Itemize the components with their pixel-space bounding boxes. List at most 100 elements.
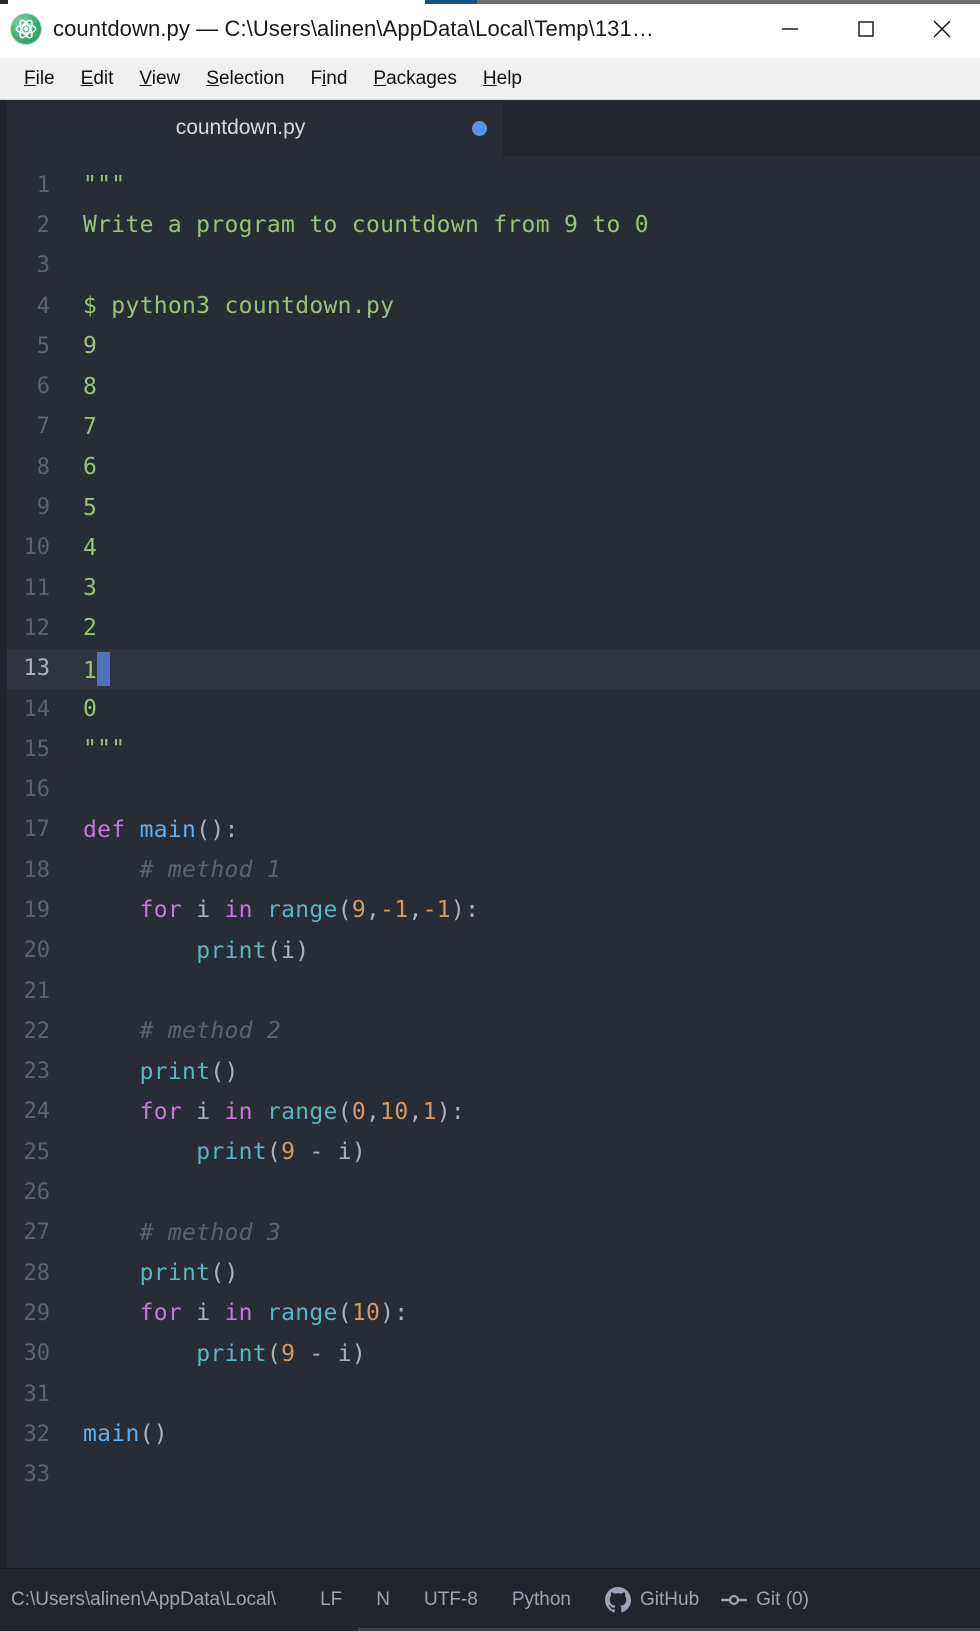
status-github[interactable]: GitHub — [605, 1569, 699, 1631]
code-line-text: for i in range(9,-1,-1): — [62, 897, 479, 923]
line-number: 18 — [23, 857, 51, 883]
code-line[interactable]: 95 — [0, 487, 980, 527]
code-token: - i) — [295, 1139, 366, 1166]
code-line[interactable]: 22 # method 2 — [0, 1011, 980, 1051]
code-token: $ python3 countdown.py — [83, 293, 395, 320]
line-number: 25 — [23, 1139, 51, 1165]
status-line-ending[interactable]: LF — [320, 1569, 342, 1631]
code-line-text: 2 — [62, 615, 97, 641]
code-token: """ — [83, 736, 126, 763]
code-line-text: 6 — [62, 454, 97, 480]
code-line[interactable]: 86 — [0, 447, 980, 487]
code-line[interactable]: 1 """ — [0, 165, 980, 205]
code-token: 3 — [83, 575, 98, 602]
code-line[interactable]: 23 print() — [0, 1052, 980, 1092]
code-line[interactable]: 29 for i in range(10): — [0, 1293, 980, 1333]
atom-editor-window: countdown.py — C:\Users\alinen\AppData\L… — [0, 0, 980, 1631]
menu-item-find[interactable]: Find — [297, 58, 360, 100]
line-number: 28 — [23, 1260, 51, 1286]
code-token: , — [366, 1098, 381, 1125]
code-line[interactable]: 12 2 — [0, 608, 980, 648]
code-line[interactable]: 17 def main(): — [0, 810, 980, 850]
line-number: 6 — [36, 374, 50, 400]
code-token: # method 2 — [83, 1018, 282, 1045]
code-line[interactable]: 33 — [0, 1455, 980, 1495]
code-line[interactable]: 2 Write a program to countdown from 9 to … — [0, 205, 980, 245]
code-line[interactable]: 20 print(i) — [0, 931, 980, 971]
code-line[interactable]: 14 0 — [0, 689, 980, 729]
menu-item-selection[interactable]: Selection — [193, 58, 297, 100]
code-line[interactable]: 18 # method 1 — [0, 850, 980, 890]
code-line-text: 9 — [62, 333, 97, 359]
code-line[interactable]: 28 print() — [0, 1253, 980, 1293]
code-line[interactable]: 10 4 — [0, 528, 980, 568]
menu-item-edit[interactable]: Edit — [68, 58, 127, 100]
code-line[interactable]: 25 print(9 - i) — [0, 1132, 980, 1172]
line-number: 1 — [36, 172, 50, 198]
code-line-text: $ python3 countdown.py — [62, 293, 394, 319]
code-token: # method 3 — [83, 1219, 282, 1246]
code-token: 9 — [351, 897, 367, 924]
code-line[interactable]: 19 for i in range(9,-1,-1): — [0, 890, 980, 930]
menu-item-file[interactable]: File — [11, 58, 68, 100]
code-token: 0 — [351, 1098, 367, 1125]
menu-item-packages[interactable]: Packages — [360, 58, 469, 100]
status-file-path[interactable]: C:\Users\alinen\AppData\Local\ — [0, 1569, 286, 1631]
text-cursor — [97, 651, 111, 686]
code-line[interactable]: 68 — [0, 366, 980, 406]
code-line[interactable]: 24 for i in range(0,10,1): — [0, 1092, 980, 1132]
unsaved-changes-dot[interactable] — [472, 120, 487, 136]
code-token: 1 — [422, 1098, 437, 1125]
code-token: ): — [436, 1098, 466, 1125]
code-token: , — [408, 1098, 423, 1125]
minimize-button[interactable] — [752, 0, 828, 58]
code-line[interactable]: 59 — [0, 326, 980, 366]
code-line[interactable]: 31 — [0, 1374, 980, 1414]
code-token: 0 — [83, 696, 98, 722]
status-indent[interactable]: N — [376, 1569, 390, 1631]
code-token: in — [224, 1098, 253, 1125]
code-line[interactable]: 11 3 — [0, 568, 980, 608]
close-button[interactable] — [904, 0, 980, 58]
code-line[interactable]: 30 print(9 - i) — [0, 1334, 980, 1374]
line-number: 24 — [23, 1099, 51, 1125]
line-number: 4 — [36, 293, 50, 319]
maximize-button[interactable] — [828, 0, 904, 58]
status-encoding[interactable]: UTF-8 — [424, 1569, 478, 1631]
status-grammar[interactable]: Python — [512, 1569, 571, 1631]
code-line-text: print() — [62, 1059, 239, 1085]
code-line[interactable]: 3 — [0, 246, 980, 286]
code-line[interactable]: 15 """ — [0, 729, 980, 769]
line-number: 8 — [36, 454, 50, 480]
code-token: -1 — [422, 897, 451, 924]
code-line[interactable]: 77 — [0, 407, 980, 447]
left-dock-sliver[interactable] — [0, 100, 7, 1568]
code-line[interactable]: 4 $ python3 countdown.py — [0, 286, 980, 326]
code-line[interactable]: 13 1 — [0, 648, 980, 689]
code-token: 9 — [83, 333, 98, 360]
code-line-text: main() — [62, 1421, 168, 1447]
menu-item-help[interactable]: Help — [470, 58, 535, 100]
status-git[interactable]: Git (0) — [721, 1569, 809, 1631]
code-line[interactable]: 16 — [0, 769, 980, 809]
code-line-text: 5 — [62, 495, 97, 521]
code-token: 8 — [83, 373, 98, 400]
code-line-text: # method 1 — [62, 857, 281, 883]
code-line-text: 4 — [62, 535, 97, 561]
code-token: range — [266, 1098, 338, 1125]
code-line-text: 3 — [62, 575, 97, 601]
code-token: i — [182, 1098, 225, 1125]
tab-countdown-py[interactable]: countdown.py — [0, 100, 503, 156]
code-line[interactable]: 32 main() — [0, 1414, 980, 1454]
code-line[interactable]: 27 # method 3 — [0, 1213, 980, 1253]
code-editor[interactable]: 1 """ 2 Write a program to countdown from 9… — [0, 156, 980, 1568]
code-token: ( — [337, 1300, 352, 1327]
code-token: 4 — [83, 534, 98, 561]
code-line[interactable]: 21 — [0, 971, 980, 1011]
code-line[interactable]: 26 — [0, 1172, 980, 1212]
code-line-text: 7 — [62, 414, 97, 440]
menu-item-view[interactable]: View — [126, 58, 193, 100]
code-line-text: print(9 - i) — [62, 1139, 366, 1165]
